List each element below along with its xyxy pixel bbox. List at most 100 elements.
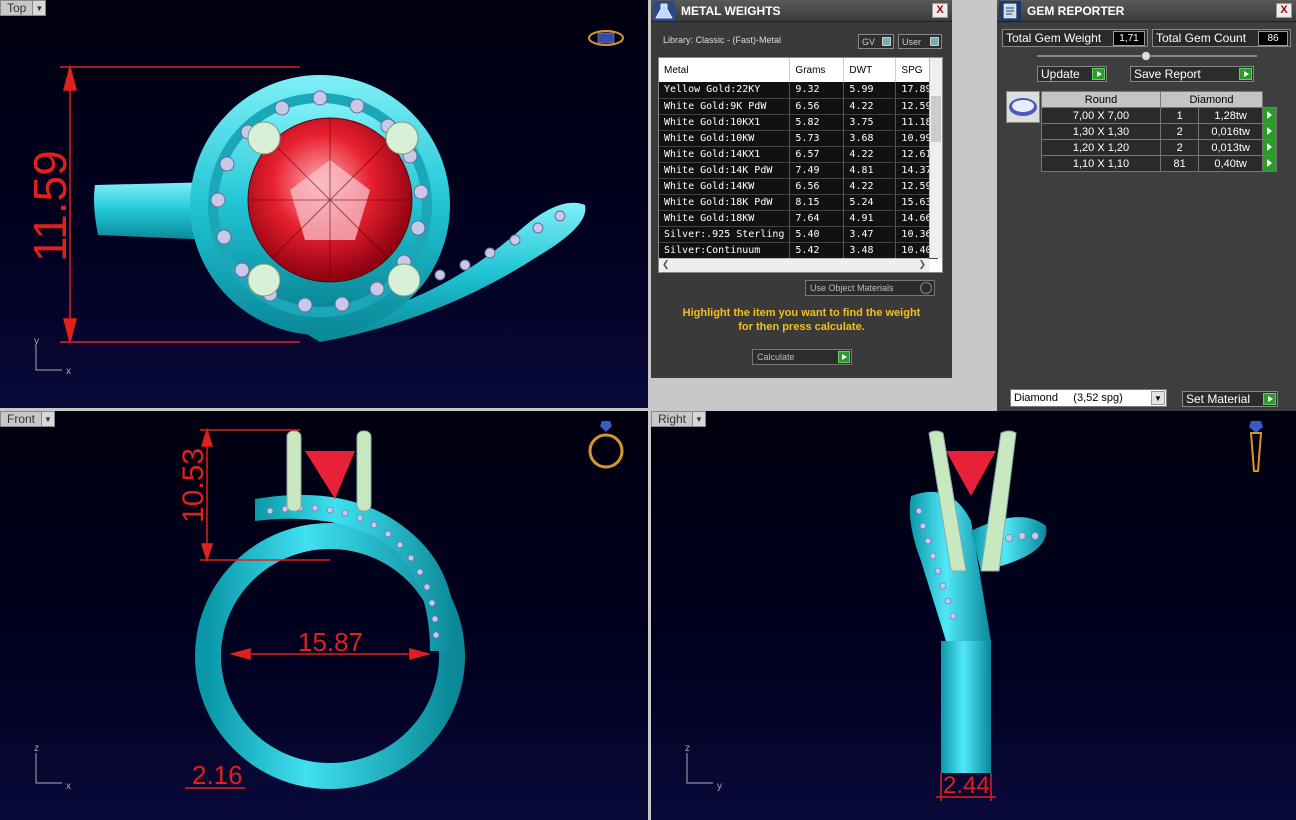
column-header-dwt[interactable]: DWT [843, 58, 897, 82]
chevron-down-icon[interactable]: ▼ [692, 412, 706, 426]
save-report-button[interactable]: Save Report [1130, 66, 1254, 82]
cell-metal: Yellow Gold:22KY [659, 82, 791, 99]
table-row[interactable]: 1,10 X 1,10 81 0,40tw [1041, 155, 1277, 172]
gem-reporter-titlebar[interactable]: GEM REPORTER X [997, 0, 1296, 22]
column-header-grams[interactable]: Grams [789, 58, 845, 82]
chevron-down-icon[interactable]: ▼ [41, 412, 55, 426]
cell-size: 7,00 X 7,00 [1041, 107, 1161, 124]
library-label: Library: Classic - (Fast)-Metal [663, 35, 782, 45]
center-stone [946, 451, 996, 496]
table-row[interactable]: White Gold:10KX1 5.82 3.75 11.18 [659, 114, 938, 131]
gem-table[interactable]: Round Diamond 7,00 X 7,00 1 1,28tw 1,30 X 1… [1041, 91, 1277, 172]
round-diamond-icon [1009, 98, 1037, 116]
cell-dwt: 3.68 [843, 130, 897, 147]
table-row[interactable]: White Gold:18KW 7.64 4.91 14.66 [659, 210, 938, 227]
table-row[interactable]: 7,00 X 7,00 1 1,28tw [1041, 107, 1277, 124]
slider-knob[interactable] [1141, 51, 1151, 61]
row-play-icon[interactable] [1262, 155, 1277, 172]
svg-text:z: z [34, 743, 39, 754]
cell-count: 1 [1159, 107, 1200, 124]
chevron-down-icon[interactable]: ▼ [1151, 391, 1165, 405]
prong [286, 430, 302, 512]
use-object-materials-button[interactable]: Use Object Materials [805, 280, 935, 296]
set-material-button[interactable]: Set Material [1182, 391, 1278, 407]
table-row[interactable]: White Gold:9K PdW 6.56 4.22 12.59 [659, 98, 938, 115]
row-play-icon[interactable] [1262, 107, 1277, 124]
panel-title: GEM REPORTER [1027, 3, 1125, 18]
vertical-scrollbar[interactable] [929, 58, 942, 258]
table-row[interactable]: Yellow Gold:22KY 9.32 5.99 17.89 [659, 82, 938, 99]
viewport-right-label[interactable]: Right ▼ [651, 411, 707, 427]
cell-dwt: 3.48 [843, 242, 897, 259]
cell-grams: 7.64 [789, 210, 845, 227]
row-play-icon[interactable] [1262, 139, 1277, 156]
cell-metal: White Gold:14KW [659, 178, 791, 195]
update-button[interactable]: Update [1037, 66, 1107, 82]
table-row[interactable]: White Gold:10KW 5.73 3.68 10.99 [659, 130, 938, 147]
viewport-top[interactable]: Top ▼ 11.59 y x [0, 0, 648, 408]
user-toggle[interactable]: User [898, 34, 942, 49]
viewport-front-label[interactable]: Front ▼ [0, 411, 56, 427]
viewport-front[interactable]: Front ▼ 10.53 15.87 2.16 z x [0, 411, 648, 820]
cell-grams: 7.49 [789, 162, 845, 179]
column-header-material: Diamond [1160, 91, 1263, 108]
cell-metal: White Gold:14K PdW [659, 162, 791, 179]
cell-dwt: 4.22 [843, 178, 897, 195]
svg-text:x: x [66, 781, 71, 792]
cell-count: 2 [1159, 123, 1200, 140]
front-view-render: 10.53 15.87 2.16 z x [34, 421, 624, 792]
dimension-text: 11.59 [24, 150, 76, 262]
table-row[interactable]: White Gold:14KW 6.56 4.22 12.59 [659, 178, 938, 195]
dimension-text-diameter: 15.87 [298, 627, 363, 657]
top-view-render: 11.59 y x [24, 30, 624, 377]
metal-weights-titlebar[interactable]: METAL WEIGHTS X [651, 0, 952, 22]
calculate-button[interactable]: Calculate [752, 349, 852, 365]
table-row[interactable]: 1,20 X 1,20 2 0,013tw [1041, 139, 1277, 156]
hint-text: Highlight the item you want to find the … [682, 307, 921, 333]
table-row[interactable]: White Gold:18K PdW 8.15 5.24 15.63 [659, 194, 938, 211]
total-gem-count-value: 86 [1258, 31, 1288, 46]
cell-dwt: 4.91 [843, 210, 897, 227]
close-button[interactable]: X [1276, 3, 1292, 18]
dimension-text-width: 2.16 [192, 760, 243, 790]
dimension-text-height: 10.53 [177, 448, 210, 523]
row-play-icon[interactable] [1262, 123, 1277, 140]
horizontal-scrollbar[interactable]: ❮ ❯ [659, 258, 929, 272]
cell-size: 1,20 X 1,20 [1041, 139, 1161, 156]
chevron-down-icon[interactable]: ▼ [32, 1, 46, 15]
svg-text:x: x [66, 366, 71, 377]
material-select[interactable]: Diamond (3,52 spg) ▼ [1010, 389, 1167, 407]
cell-metal: White Gold:14KX1 [659, 146, 791, 163]
cell-dwt: 5.99 [843, 82, 897, 99]
panel-title: METAL WEIGHTS [681, 3, 781, 18]
cell-grams: 6.57 [789, 146, 845, 163]
table-row[interactable]: 1,30 X 1,30 2 0,016tw [1041, 123, 1277, 140]
play-icon [1263, 393, 1276, 405]
play-icon [1092, 68, 1105, 80]
close-button[interactable]: X [932, 3, 948, 18]
viewport-name: Front [7, 412, 36, 426]
cell-grams: 8.15 [789, 194, 845, 211]
cell-metal: Silver:Continuum [659, 242, 791, 259]
cell-metal: White Gold:10KX1 [659, 114, 791, 131]
view-orientation-icon [588, 30, 624, 46]
table-row[interactable]: White Gold:14KX1 6.57 4.22 12.61 [659, 146, 938, 163]
table-row[interactable]: White Gold:14K PdW 7.49 4.81 14.37 [659, 162, 938, 179]
cell-count: 81 [1159, 155, 1200, 172]
gv-toggle[interactable]: GV [858, 34, 894, 49]
table-row[interactable]: Silver:.925 Sterling 5.40 3.47 10.36 [659, 226, 938, 243]
svg-text:y: y [34, 336, 39, 347]
center-stone [305, 451, 355, 499]
metal-table[interactable]: Metal Grams DWT SPG Yellow Gold:22KY 9.32… [658, 57, 943, 273]
cell-metal: White Gold:18K PdW [659, 194, 791, 211]
column-header-metal[interactable]: Metal [659, 58, 791, 82]
cell-size: 1,10 X 1,10 [1041, 155, 1161, 172]
cell-count: 2 [1159, 139, 1200, 156]
cell-grams: 6.56 [789, 178, 845, 195]
cell-dwt: 3.75 [843, 114, 897, 131]
cell-dwt: 4.81 [843, 162, 897, 179]
table-row[interactable]: Silver:Continuum 5.42 3.48 10.40 [659, 242, 938, 259]
viewport-top-label[interactable]: Top ▼ [0, 0, 47, 16]
dimension-text-width: 2.44 [943, 772, 990, 799]
viewport-right[interactable]: Right ▼ 2.44 z y [651, 411, 1296, 820]
